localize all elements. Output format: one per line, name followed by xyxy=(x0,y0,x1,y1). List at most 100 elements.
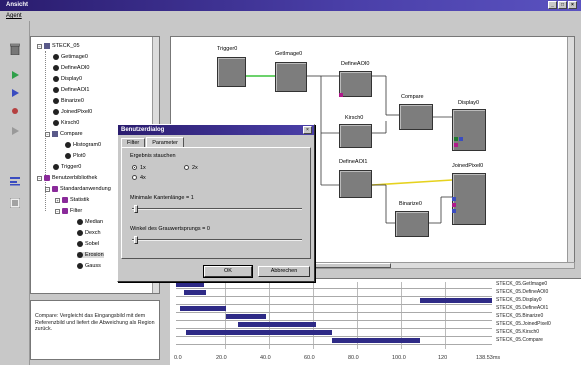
collapse-icon[interactable]: − xyxy=(55,208,60,214)
operator-icon xyxy=(53,87,59,93)
tab-parameter[interactable]: Parameter xyxy=(146,137,184,147)
node-trigger[interactable] xyxy=(217,57,246,87)
node-label: DefineAOI1 xyxy=(339,159,368,165)
tree-item-operator[interactable]: Erosion xyxy=(77,252,104,258)
node-label: DefineAOI0 xyxy=(341,61,370,67)
cancel-button[interactable]: Abbrechen xyxy=(258,266,310,277)
timing-chart: STECK_05.GetImage0 STECK_05.DefineAOI0 S… xyxy=(170,278,581,365)
menu-agent[interactable]: Agent xyxy=(6,13,22,19)
operator-icon xyxy=(77,230,83,236)
maximize-button[interactable]: □ xyxy=(558,1,567,9)
close-button[interactable]: × xyxy=(568,1,577,9)
stop-icon[interactable] xyxy=(8,105,22,117)
node-defineaoi1[interactable] xyxy=(339,170,372,198)
gantt-row xyxy=(176,297,492,305)
radio-1x-label: 1x xyxy=(140,165,146,171)
tree-item-operator[interactable]: Gauss xyxy=(77,263,101,269)
tree-item-operator[interactable]: Display0 xyxy=(53,76,82,82)
tree-item-operator[interactable]: Kirsch0 xyxy=(53,120,79,126)
group-icon xyxy=(52,131,58,137)
library-icon xyxy=(62,197,68,203)
tree-item-root[interactable]: − STECK_05 xyxy=(37,43,80,49)
node-label: Kirsch0 xyxy=(345,115,364,121)
gantt-tick: 100.0 xyxy=(392,355,406,361)
parameter-panel: Ergebnis stauchen 1x 2x 4x Minimale Kant… xyxy=(121,147,311,259)
radio-4x[interactable] xyxy=(132,175,137,180)
tree-item-operator[interactable]: Sobel xyxy=(77,241,99,247)
gantt-row xyxy=(176,321,492,329)
collapse-icon[interactable]: − xyxy=(37,43,42,49)
tree-item-operator[interactable]: Histogram0 xyxy=(65,142,101,148)
node-joinedpixel[interactable] xyxy=(452,173,486,225)
gantt-bar xyxy=(226,314,266,319)
tree-item-library[interactable]: − Filter xyxy=(55,208,82,214)
tree-item-operator[interactable]: Getimage0 xyxy=(53,54,88,60)
node-defineaoi0[interactable] xyxy=(339,71,372,97)
tree-item-operator[interactable]: Plot0 xyxy=(65,153,86,159)
gantt-bar xyxy=(184,290,206,295)
tree-item-operator[interactable]: Median xyxy=(77,219,103,225)
radio-4x-label: 4x xyxy=(140,175,146,181)
tree-item-operator[interactable]: Dexch xyxy=(77,230,101,236)
run-icon[interactable] xyxy=(8,69,22,81)
gantt-tick: 138.53ms xyxy=(476,355,501,361)
expand-icon[interactable]: + xyxy=(55,197,60,203)
ok-button[interactable]: OK xyxy=(203,265,253,278)
node-compare[interactable] xyxy=(399,104,433,130)
tree-item-library[interactable]: − Benutzerbibliothek xyxy=(37,175,97,181)
gantt-bar xyxy=(176,282,204,287)
gantt-tick: 0.0 xyxy=(174,355,182,361)
title-bar: Ansicht _ □ × xyxy=(0,0,581,11)
gantt-row xyxy=(176,289,492,297)
gantt-tick: 20.0 xyxy=(216,355,227,361)
gantt-row xyxy=(176,337,492,345)
align-icon[interactable] xyxy=(8,175,22,187)
slider-thumb[interactable] xyxy=(134,236,138,244)
operator-icon xyxy=(53,98,59,104)
operator-icon xyxy=(53,65,59,71)
node-binarize[interactable] xyxy=(395,211,429,237)
tree-item-compare[interactable]: − Compare xyxy=(45,131,83,137)
radio-1x[interactable] xyxy=(132,165,137,170)
trash-icon[interactable] xyxy=(8,43,22,55)
collapse-icon[interactable]: − xyxy=(45,186,50,192)
tree-item-operator[interactable]: JoinedPixel0 xyxy=(53,109,92,115)
close-icon[interactable]: × xyxy=(303,126,312,134)
collapse-icon[interactable]: − xyxy=(45,131,50,137)
port-marker xyxy=(452,209,456,213)
minimize-button[interactable]: _ xyxy=(548,1,557,9)
node-kirsch[interactable] xyxy=(339,124,372,148)
angle-slider[interactable] xyxy=(132,239,302,241)
operator-icon xyxy=(77,263,83,269)
tree-item-library[interactable]: + Statistik xyxy=(55,197,89,203)
scroll-thumb[interactable] xyxy=(311,263,391,268)
collapse-icon[interactable]: − xyxy=(37,175,42,181)
library-icon xyxy=(52,186,58,192)
min-edge-length-slider[interactable] xyxy=(132,208,302,210)
radio-2x[interactable] xyxy=(184,165,189,170)
operator-icon xyxy=(53,76,59,82)
port-marker xyxy=(459,137,463,141)
gantt-tick: 120 xyxy=(438,355,448,361)
step-icon[interactable] xyxy=(8,87,22,99)
operator-icon xyxy=(53,109,59,115)
tab-filter[interactable]: Filter xyxy=(121,138,146,147)
tree-item-library[interactable]: − Standardanwendung xyxy=(45,186,111,192)
tree-item-operator[interactable]: DefineAOI1 xyxy=(53,87,89,93)
tree-item-operator[interactable]: Binarize0 xyxy=(53,98,84,104)
canvas-vertical-scrollbar[interactable] xyxy=(567,37,574,263)
operator-icon xyxy=(65,142,71,148)
port-marker xyxy=(452,203,456,207)
user-dialog: Benutzerdialog × Filter Parameter Ergebn… xyxy=(117,124,315,282)
debug-icon[interactable] xyxy=(8,125,22,137)
node-getimage[interactable] xyxy=(275,62,307,92)
port-marker xyxy=(454,143,458,147)
gantt-row xyxy=(176,281,492,289)
port-marker xyxy=(454,137,458,141)
tree-item-operator[interactable]: Trigger0 xyxy=(53,164,81,170)
list-icon[interactable] xyxy=(8,197,22,209)
slider-thumb[interactable] xyxy=(134,205,138,213)
gantt-row-label: STECK_05.DefineAOI0 xyxy=(496,289,549,295)
group-label: Ergebnis stauchen xyxy=(130,153,176,159)
tree-item-operator[interactable]: DefineAOI0 xyxy=(53,65,89,71)
